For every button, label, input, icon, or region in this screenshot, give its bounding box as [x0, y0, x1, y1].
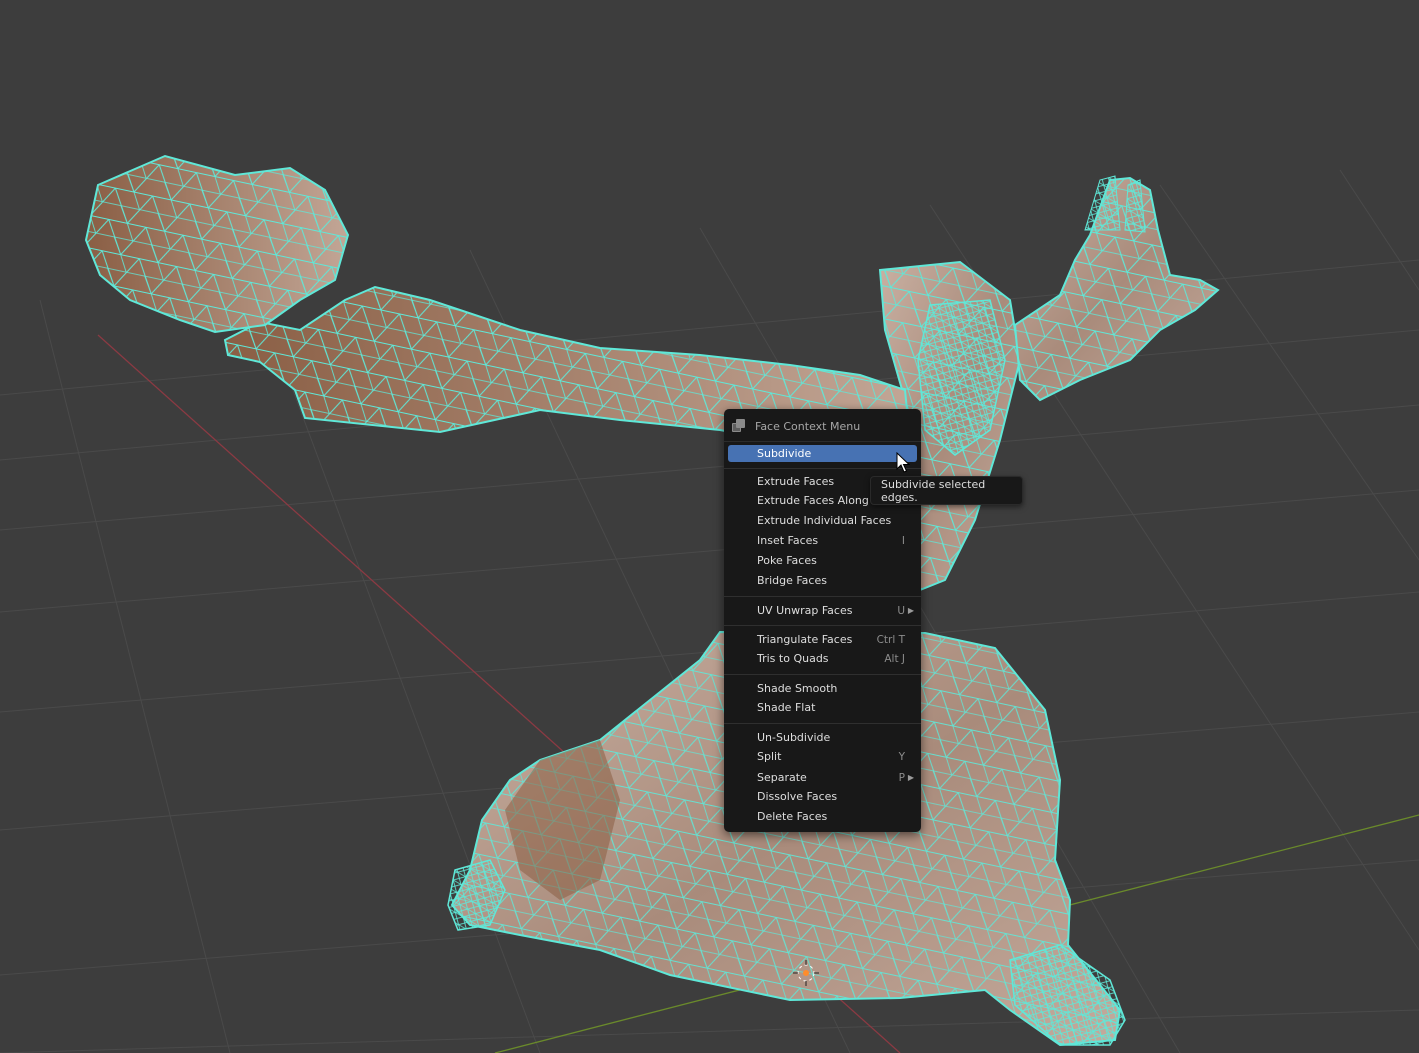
menu-title: Face Context Menu [755, 419, 861, 433]
menu-divider [724, 468, 921, 469]
menu-item-bridge-faces[interactable]: Bridge Faces [728, 572, 917, 589]
menu-divider [724, 723, 921, 724]
menu-item-poke-faces[interactable]: Poke Faces [728, 552, 917, 569]
menu-item-triangulate-faces[interactable]: Triangulate Faces Ctrl T [728, 631, 917, 648]
menu-item-subdivide[interactable]: Subdivide [728, 445, 917, 462]
menu-item-shade-smooth[interactable]: Shade Smooth [728, 680, 917, 697]
menu-item-label: Extrude Individual Faces [757, 514, 892, 527]
character-mesh[interactable] [84, 154, 1220, 1047]
menu-item-label: Subdivide [757, 447, 812, 460]
menu-item-label: Tris to Quads [757, 652, 829, 665]
menu-item-un-subdivide[interactable]: Un-Subdivide [728, 729, 917, 746]
submenu-arrow-icon: ▶ [907, 606, 914, 615]
menu-item-label: Split [757, 750, 782, 763]
menu-item-shortcut: I [901, 534, 905, 547]
submenu-arrow-icon: ▶ [907, 773, 914, 782]
menu-item-label: Extrude Faces Along N [757, 494, 881, 507]
menu-item-shortcut: Alt J [884, 652, 905, 665]
menu-item-label: Un-Subdivide [757, 731, 831, 744]
menu-item-label: UV Unwrap Faces [757, 604, 853, 617]
face-context-menu[interactable]: Face Context Menu Subdivide Extrude Face… [724, 409, 921, 832]
menu-item-dissolve-faces[interactable]: Dissolve Faces [728, 788, 917, 805]
menu-item-label: Shade Flat [757, 701, 816, 714]
menu-item-label: Poke Faces [757, 554, 817, 567]
menu-item-split[interactable]: Split Y [728, 748, 917, 765]
menu-item-label: Extrude Faces [757, 475, 835, 488]
menu-item-separate[interactable]: Separate P ▶ [728, 769, 917, 786]
menu-item-label: Separate [757, 771, 807, 784]
mouse-cursor-icon [896, 452, 910, 473]
object-origin-icon [793, 960, 819, 986]
menu-item-label: Dissolve Faces [757, 790, 838, 803]
menu-item-label: Delete Faces [757, 810, 828, 823]
menu-item-label: Triangulate Faces [757, 633, 853, 646]
tooltip-text: Subdivide selected edges. [881, 477, 986, 504]
menu-item-label: Inset Faces [757, 534, 819, 547]
menu-divider [724, 674, 921, 675]
menu-item-shortcut: Ctrl T [876, 633, 905, 646]
menu-item-shade-flat[interactable]: Shade Flat [728, 699, 917, 716]
tooltip: Subdivide selected edges. [870, 476, 1023, 505]
menu-item-shortcut: P [898, 771, 905, 784]
mesh-fingers [1084, 175, 1146, 233]
face-select-mode-icon [732, 419, 746, 433]
menu-divider [724, 625, 921, 626]
3d-viewport[interactable] [0, 0, 1419, 1053]
menu-item-tris-to-quads[interactable]: Tris to Quads Alt J [728, 650, 917, 667]
menu-item-inset-faces[interactable]: Inset Faces I [728, 532, 917, 549]
menu-header-divider [724, 441, 921, 442]
menu-header: Face Context Menu [732, 417, 912, 435]
menu-item-label: Bridge Faces [757, 574, 827, 587]
menu-item-shortcut: U [897, 604, 905, 617]
menu-item-shortcut: Y [898, 750, 905, 763]
menu-divider [724, 596, 921, 597]
menu-item-uv-unwrap-faces[interactable]: UV Unwrap Faces U ▶ [728, 602, 917, 619]
mesh-right-foot [1009, 944, 1126, 1046]
menu-item-label: Shade Smooth [757, 682, 838, 695]
menu-item-extrude-individual-faces[interactable]: Extrude Individual Faces [728, 512, 917, 529]
menu-item-delete-faces[interactable]: Delete Faces [728, 808, 917, 825]
viewport-canvas[interactable] [0, 0, 1419, 1053]
